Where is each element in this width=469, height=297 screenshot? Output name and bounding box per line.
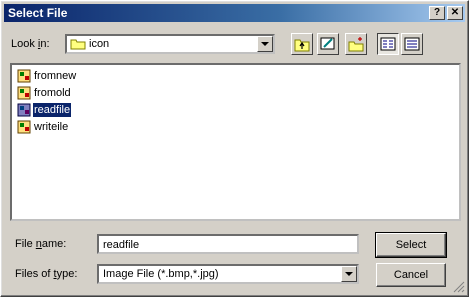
cancel-button[interactable]: Cancel (376, 263, 446, 287)
close-button[interactable]: ✕ (447, 6, 463, 20)
list-view-icon (380, 37, 396, 51)
file-name: readfile (33, 103, 72, 117)
dialog-title: Select File (8, 6, 68, 20)
chevron-down-icon (261, 42, 269, 46)
look-in-dropdown-button[interactable] (257, 36, 273, 52)
look-in-value: icon (89, 38, 110, 50)
new-folder-button[interactable] (345, 33, 367, 55)
folder-icon (70, 39, 86, 50)
file-type-label: Files of type: (15, 268, 78, 280)
title-bar[interactable]: Select File ? ✕ (4, 4, 465, 22)
details-view-button[interactable] (401, 33, 423, 55)
look-in-label: Look in: (11, 38, 50, 50)
file-icon (17, 86, 31, 100)
file-name: writeile (34, 121, 69, 133)
desktop-icon (320, 37, 335, 50)
up-folder-icon (294, 39, 310, 52)
file-icon (17, 69, 31, 83)
desktop-button[interactable] (317, 33, 339, 55)
file-name: fromold (34, 87, 71, 99)
file-icon (17, 103, 31, 117)
chevron-down-icon (345, 272, 353, 276)
file-type-dropdown-button[interactable] (341, 266, 357, 282)
file-name-label: File name: (15, 238, 67, 250)
file-list[interactable]: fromnew fromold readfile writeile (10, 63, 461, 221)
look-in-combo[interactable]: icon (65, 34, 275, 54)
file-type-value: Image File (*.bmp,*.jpg) (103, 268, 219, 280)
file-name-value: readfile (103, 239, 140, 251)
select-file-dialog: Select File ? ✕ Look in: icon fromnew fr… (0, 0, 469, 297)
file-name: fromnew (34, 70, 77, 82)
help-button[interactable]: ? (429, 6, 445, 20)
select-button[interactable]: Select (375, 232, 447, 258)
details-view-icon (404, 37, 420, 51)
new-folder-icon (348, 37, 364, 52)
list-view-button[interactable] (377, 33, 399, 55)
file-type-combo[interactable]: Image File (*.bmp,*.jpg) (97, 264, 359, 284)
file-name-input[interactable]: readfile (97, 234, 359, 254)
file-icon (17, 120, 31, 134)
up-one-level-button[interactable] (291, 33, 313, 55)
resize-grip-icon[interactable] (453, 281, 465, 293)
